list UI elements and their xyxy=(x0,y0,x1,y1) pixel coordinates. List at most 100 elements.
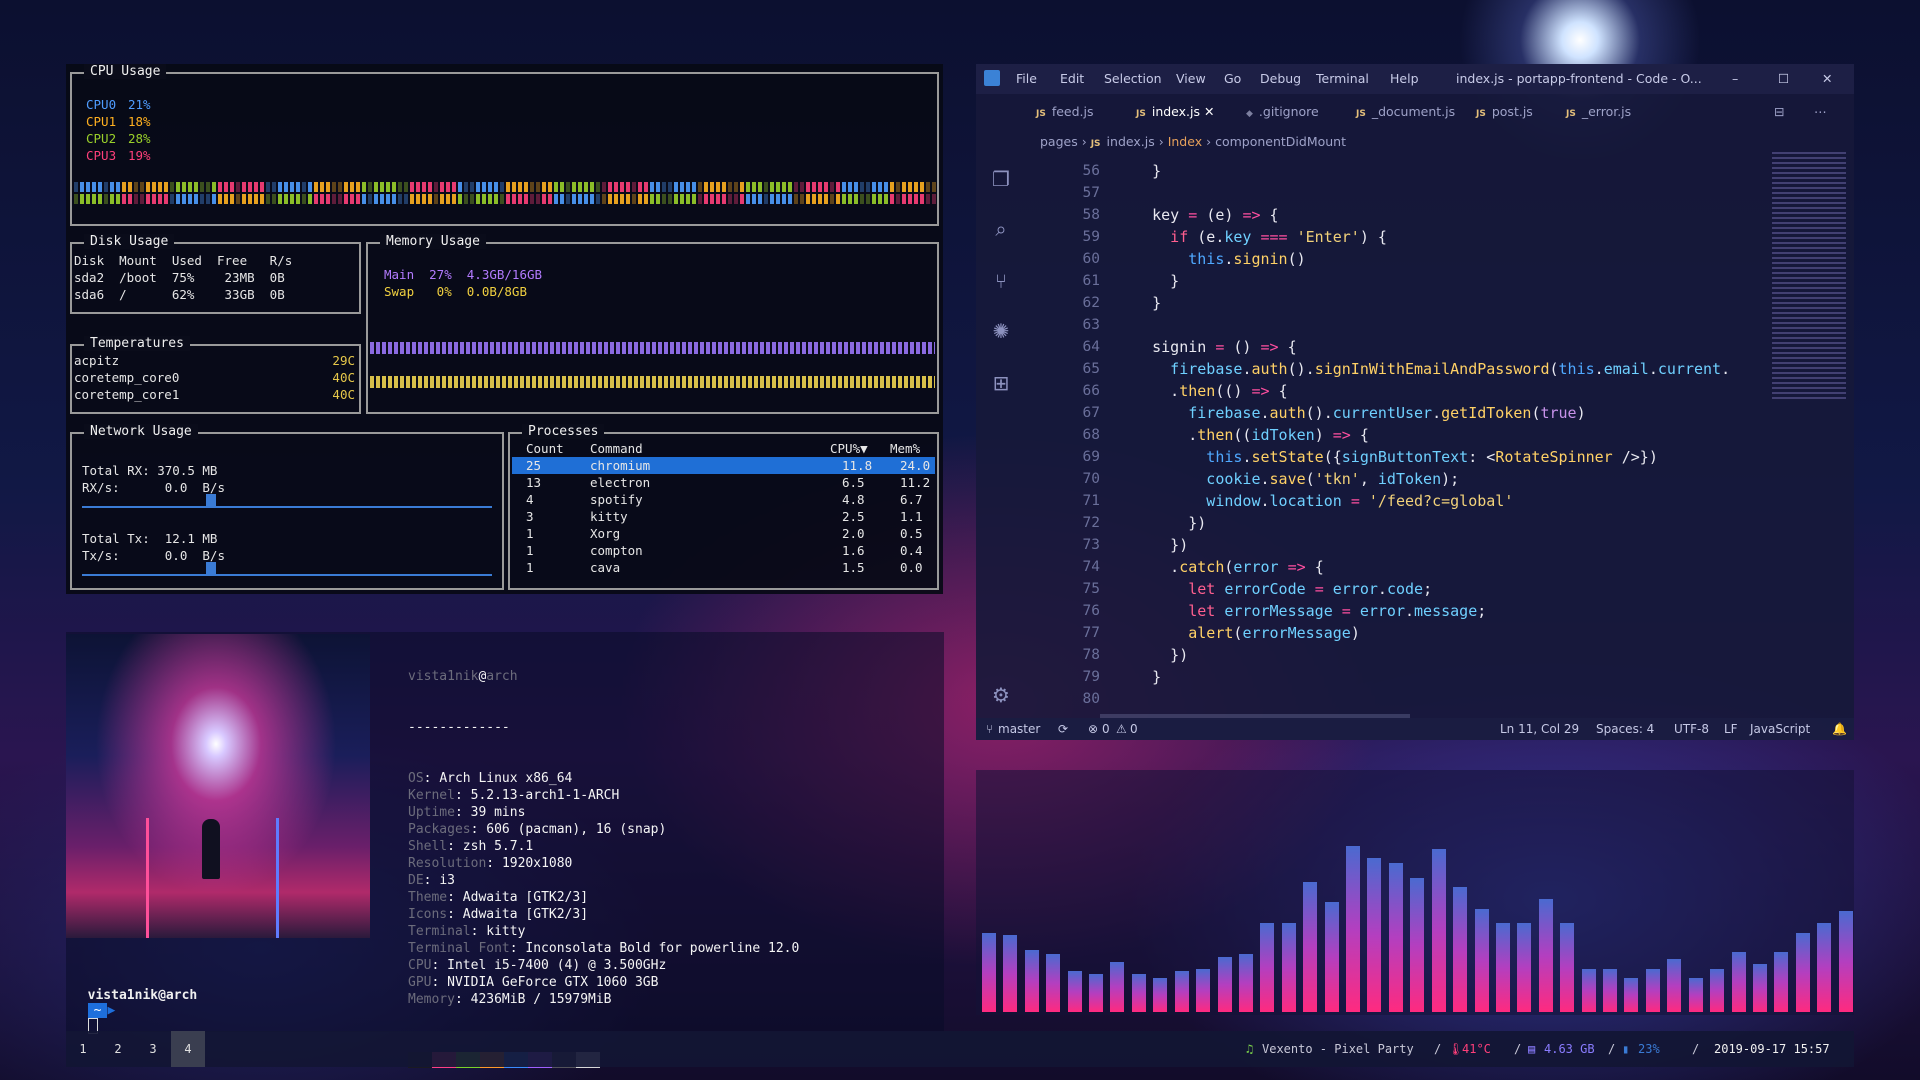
menu-item[interactable]: View xyxy=(1176,71,1206,86)
code-line: let errorMessage = error.message; xyxy=(1116,600,1756,622)
proc-header-count[interactable]: Count xyxy=(526,440,564,457)
code-token: current xyxy=(1657,360,1722,378)
cpu-graph-cell xyxy=(560,194,564,204)
source-control-icon[interactable]: ⑂ xyxy=(990,270,1012,292)
indentation[interactable]: Spaces: 4 xyxy=(1596,722,1654,736)
proc-header-mem[interactable]: Mem% xyxy=(890,440,920,457)
editor-tab[interactable]: ◆ .gitignore xyxy=(1246,104,1319,119)
warning-count[interactable]: 0 xyxy=(1130,722,1138,736)
visualizer-bar xyxy=(1217,956,1232,1012)
cpu-temp: 41°C xyxy=(1462,1042,1491,1056)
cpu-graph-cell xyxy=(896,182,900,192)
neofetch-separator: ------------- xyxy=(408,720,510,735)
vscode-window[interactable]: File Edit Selection View Go Debug Terminal Help… xyxy=(976,64,1854,740)
workspace-4[interactable]: 4 xyxy=(171,1031,205,1067)
visualizer-bar xyxy=(1110,961,1125,1012)
editor-tab[interactable]: JS index.js ✕ xyxy=(1136,104,1214,119)
notifications-bell-icon[interactable]: 🔔 xyxy=(1832,722,1847,736)
menu-item[interactable]: Debug xyxy=(1260,71,1301,86)
cpu-graph-cell xyxy=(80,182,84,192)
workspace-2[interactable]: 2 xyxy=(101,1031,135,1067)
neon-rail xyxy=(276,818,279,938)
tab-close-icon[interactable]: ✕ xyxy=(1200,104,1214,119)
process-row[interactable]: 1 Xorg 2.0 0.5 xyxy=(512,525,935,542)
cpu-graph-cell xyxy=(452,182,456,192)
cpu-graph-cell xyxy=(248,182,252,192)
line-number: 77 xyxy=(1082,625,1100,641)
cursor-position[interactable]: Ln 11, Col 29 xyxy=(1500,722,1579,736)
memory-icon: ▤ xyxy=(1528,1042,1536,1056)
process-row[interactable]: 1 compton 1.6 0.4 xyxy=(512,542,935,559)
cpu-graph-cell xyxy=(188,194,192,204)
line-number: 73 xyxy=(1082,537,1100,553)
encoding[interactable]: UTF-8 xyxy=(1674,722,1709,736)
cpu-graph-cell xyxy=(296,182,300,192)
code-token: { xyxy=(1359,426,1369,444)
cpu-graph-cell xyxy=(704,194,708,204)
process-cell: 1.5 xyxy=(842,560,865,575)
git-branch[interactable]: master xyxy=(998,722,1040,736)
editor-tab[interactable]: JS _error.js xyxy=(1566,104,1631,119)
process-row[interactable]: 1 cava 1.5 0.0 xyxy=(512,559,935,576)
code-token: => xyxy=(1332,426,1360,444)
editor-tab[interactable]: JS feed.js xyxy=(1036,104,1094,119)
menu-item[interactable]: Edit xyxy=(1060,71,1084,86)
minimize-icon[interactable]: – xyxy=(1732,71,1738,86)
settings-gear-icon[interactable]: ⚙ xyxy=(990,684,1012,706)
maximize-icon[interactable]: ☐ xyxy=(1778,71,1789,86)
line-number: 78 xyxy=(1082,647,1100,663)
explorer-icon[interactable]: ❐ xyxy=(990,168,1012,190)
menu-item[interactable]: File xyxy=(1016,71,1037,86)
breadcrumb-item[interactable]: Index xyxy=(1168,134,1202,149)
cava-visualizer[interactable] xyxy=(976,770,1854,1015)
code-editor[interactable]: } key = (e) => { if (e.key === 'Enter') … xyxy=(1116,160,1756,710)
workspace-1[interactable]: 1 xyxy=(66,1031,100,1067)
editor-tab[interactable]: JS _document.js xyxy=(1356,104,1455,119)
breadcrumb-item[interactable]: index.js xyxy=(1107,134,1155,149)
code-token: true xyxy=(1540,404,1577,422)
search-icon[interactable]: ⌕ xyxy=(990,218,1012,240)
debug-icon[interactable]: ✺ xyxy=(990,320,1012,342)
now-playing[interactable]: Vexento - Pixel Party xyxy=(1262,1042,1414,1056)
editor-tab[interactable]: JS post.js xyxy=(1476,104,1533,119)
code-token: let xyxy=(1116,602,1225,620)
cpu-usage-title: CPU Usage xyxy=(84,64,167,79)
menu-item[interactable]: Selection xyxy=(1104,71,1162,86)
language-mode[interactable]: JavaScript xyxy=(1750,722,1810,736)
cpu-graph-cell xyxy=(380,182,384,192)
minimap[interactable] xyxy=(1772,152,1846,402)
cpu-graph-cell xyxy=(524,182,528,192)
workspace-3[interactable]: 3 xyxy=(136,1031,170,1067)
split-editor-icon[interactable]: ⊟ xyxy=(1774,104,1784,119)
cpu-graph-cell xyxy=(776,182,780,192)
error-count[interactable]: 0 xyxy=(1102,722,1110,736)
menu-item[interactable]: Help xyxy=(1390,71,1419,86)
gotop-terminal[interactable]: CPU Usage CPU0 21% CPU1 18% CPU2 28% CPU3 19% D… xyxy=(66,64,943,594)
process-row[interactable]: 25 chromium 11.8 24.0 xyxy=(512,457,935,474)
cpu-graph-cell xyxy=(506,194,510,204)
menu-item[interactable]: Terminal xyxy=(1316,71,1369,86)
process-row[interactable]: 4 spotify 4.8 6.7 xyxy=(512,491,935,508)
cpu-graph-cell xyxy=(476,194,480,204)
sync-icon[interactable]: ⟳ xyxy=(1058,722,1068,736)
more-actions-icon[interactable]: ⋯ xyxy=(1814,104,1827,119)
shell-prompt[interactable]: vista1nik@arch ~ ▶ xyxy=(72,973,197,1034)
process-cell: 1 xyxy=(526,560,534,575)
neofetch-host: arch xyxy=(486,669,518,684)
proc-header-cpu[interactable]: CPU%▼ xyxy=(830,440,868,457)
breadcrumb-item[interactable]: pages xyxy=(1040,134,1078,149)
process-row[interactable]: 3 kitty 2.5 1.1 xyxy=(512,508,935,525)
close-icon[interactable]: ✕ xyxy=(1822,71,1832,86)
temp-value: 40C xyxy=(332,370,355,385)
neofetch-key: Resolution xyxy=(408,856,487,871)
menu-item[interactable]: Go xyxy=(1224,71,1241,86)
line-ending[interactable]: LF xyxy=(1724,722,1738,736)
extensions-icon[interactable]: ⊞ xyxy=(990,372,1012,394)
process-row[interactable]: 13 electron 6.5 11.2 xyxy=(512,474,935,491)
proc-header-command[interactable]: Command xyxy=(590,440,643,457)
disk-row: sda6 / 62% 33GB 0B xyxy=(74,287,285,302)
network-tx-graph xyxy=(82,574,492,576)
breadcrumb-item[interactable]: componentDidMount xyxy=(1215,134,1346,149)
separator: / xyxy=(1608,1042,1616,1056)
cpu-graph-cell xyxy=(398,194,402,204)
